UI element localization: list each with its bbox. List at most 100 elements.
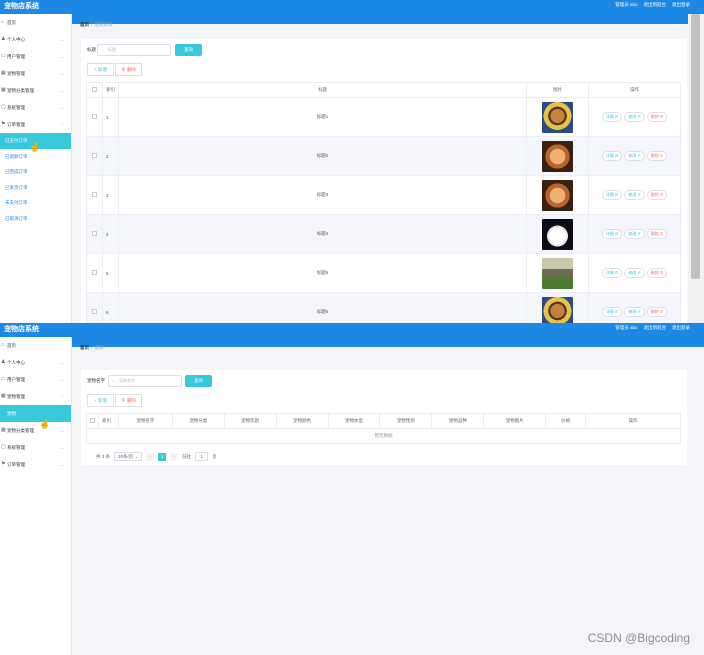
- search-button[interactable]: 查询: [185, 375, 212, 387]
- column-header-image: 图片: [526, 82, 590, 98]
- sidebar-item-orders[interactable]: ⚑ 订单管理 ⌄: [0, 456, 71, 473]
- sidebar-item-label: 首页: [7, 20, 16, 25]
- add-button[interactable]: + 新增: [87, 63, 114, 76]
- logout-link[interactable]: 退出登录: [672, 2, 690, 8]
- edit-button[interactable]: 修改 ✐: [624, 307, 645, 317]
- sidebar-item-users[interactable]: ▭ 用户管理 ⌄: [0, 48, 71, 65]
- checkbox[interactable]: [91, 309, 97, 314]
- detail-button[interactable]: 详情 ⊡: [601, 112, 623, 122]
- checkbox[interactable]: [91, 87, 97, 92]
- detail-button[interactable]: 详情 ⊡: [601, 307, 623, 317]
- next-page-button[interactable]: ›: [170, 452, 179, 461]
- row-delete-button[interactable]: 删除 ⊡: [646, 268, 668, 278]
- table-row: 1 标题1 详情 ⊡ 修改 ✐ 删除 ⊡: [86, 97, 681, 137]
- breadcrumb-home[interactable]: 首页: [80, 22, 89, 27]
- edit-button[interactable]: 修改 ✐: [624, 268, 645, 278]
- scrollbar[interactable]: [688, 14, 704, 323]
- delete-button[interactable]: ⊗ 删除: [115, 63, 142, 76]
- edit-button[interactable]: 修改 ✐: [624, 112, 645, 122]
- column-header-pet-gender: 宠物性别: [379, 413, 433, 429]
- go-frontend-link[interactable]: 退出到前台: [644, 2, 667, 8]
- search-button[interactable]: 查询: [175, 44, 202, 56]
- sidebar-item-home[interactable]: ⌂ 首页: [0, 337, 71, 354]
- checkbox[interactable]: [91, 270, 97, 275]
- row-delete-button[interactable]: 删除 ⊡: [646, 190, 668, 200]
- sidebar-item-pets[interactable]: ▦ 宠物管理 ⌄: [0, 65, 71, 82]
- column-header-index: 索引: [101, 82, 119, 98]
- edit-button[interactable]: 修改 ✐: [624, 190, 645, 200]
- flag-icon: ⚑: [1, 461, 6, 467]
- scrollbar-thumb[interactable]: [691, 14, 700, 279]
- sidebar-item-profile[interactable]: ♟ 个人中心 ⌄: [0, 354, 71, 371]
- logout-link[interactable]: 退出登录: [672, 325, 690, 331]
- search-label: 宠物名字: [87, 378, 105, 383]
- sidebar-sub-pets[interactable]: 宠物: [0, 405, 71, 422]
- sidebar-item-system[interactable]: ▢ 系统管理 ⌄: [0, 99, 71, 116]
- row-image-cell: [526, 175, 590, 215]
- page-number-current[interactable]: 1: [158, 452, 167, 461]
- search-input[interactable]: ○ 宠物名字: [108, 375, 182, 387]
- sidebar-item-label: 系统管理: [7, 105, 25, 110]
- checkbox[interactable]: [91, 153, 97, 158]
- checkbox[interactable]: [89, 418, 95, 423]
- sidebar-item-profile[interactable]: ♟ 个人中心 ⌄: [0, 31, 71, 48]
- row-checkbox-cell[interactable]: [86, 175, 103, 215]
- row-title: 标题5: [117, 253, 528, 293]
- sidebar-sub-shipped-orders[interactable]: 已发货订单: [0, 180, 71, 196]
- sidebar-item-home[interactable]: ⌂ 首页: [0, 14, 71, 31]
- search-input[interactable]: ○ 标题: [97, 44, 171, 56]
- search-icon: ○: [112, 378, 115, 383]
- row-delete-button[interactable]: 删除 ⊡: [646, 151, 668, 161]
- search-label: 标题: [87, 47, 96, 52]
- breadcrumb-separator: /: [91, 345, 93, 350]
- sidebar-item-pet-categories[interactable]: ▦ 宠物分类管理 ⌄: [0, 422, 71, 439]
- row-checkbox-cell[interactable]: [86, 253, 103, 293]
- detail-button[interactable]: 详情 ⊡: [601, 151, 623, 161]
- detail-button[interactable]: 详情 ⊡: [601, 190, 623, 200]
- breadcrumb-home[interactable]: 首页: [80, 345, 89, 350]
- row-checkbox-cell[interactable]: [86, 97, 103, 137]
- select-all-checkbox[interactable]: [86, 413, 99, 429]
- chevron-down-icon: ⌄: [60, 360, 64, 365]
- detail-button[interactable]: 详情 ⊡: [601, 229, 623, 239]
- users-icon: ▭: [1, 376, 6, 382]
- sidebar-sub-cancelled-orders[interactable]: 已取消订单: [0, 211, 71, 227]
- row-delete-button[interactable]: 删除 ⊡: [646, 112, 668, 122]
- row-checkbox-cell[interactable]: [86, 214, 103, 254]
- prev-page-button[interactable]: ‹: [146, 452, 155, 461]
- sidebar-sub-unpaid-orders[interactable]: 未支付订单: [0, 195, 71, 211]
- row-delete-button[interactable]: 删除 ⊡: [646, 307, 668, 317]
- row-checkbox-cell[interactable]: [86, 136, 103, 176]
- add-button[interactable]: + 新增: [87, 394, 114, 407]
- row-index: 3: [101, 175, 119, 215]
- sidebar-item-pets[interactable]: ▦ 宠物管理 ⌃: [0, 388, 71, 405]
- chevron-down-icon: ⌄: [60, 71, 64, 76]
- detail-button[interactable]: 详情 ⊡: [601, 268, 623, 278]
- row-checkbox-cell[interactable]: [86, 292, 103, 323]
- column-header-pet-image: 宠物图片: [483, 413, 547, 429]
- edit-button[interactable]: 修改 ✐: [624, 229, 645, 239]
- admin-user-link[interactable]: 管理员 abo: [615, 2, 637, 8]
- sidebar-item-orders[interactable]: ⚑ 订单管理 ⌃: [0, 116, 71, 133]
- column-header-index: 索引: [97, 413, 119, 429]
- grid-icon: ▦: [1, 393, 6, 399]
- edit-button[interactable]: 修改 ✐: [624, 151, 645, 161]
- delete-button[interactable]: ⊗ 删除: [115, 394, 142, 407]
- page-size-select[interactable]: 10条/页 ⌄: [114, 452, 143, 461]
- sidebar-item-pet-categories[interactable]: ▦ 宠物分类管理 ⌄: [0, 82, 71, 99]
- goto-page-input[interactable]: 1: [195, 452, 209, 461]
- row-delete-button[interactable]: 删除 ⊡: [646, 229, 668, 239]
- go-frontend-link[interactable]: 退出到前台: [644, 325, 667, 331]
- checkbox[interactable]: [91, 231, 97, 236]
- pagination-total: 共 3 条: [96, 453, 111, 459]
- select-all-checkbox[interactable]: [86, 82, 103, 98]
- admin-user-link[interactable]: 管理员 abo: [615, 325, 637, 331]
- sidebar-sub-completed-orders[interactable]: 已完成订单: [0, 164, 71, 180]
- column-header-pet-size: 宠物体型: [327, 413, 381, 429]
- sidebar-item-system[interactable]: ▢ 系统管理 ⌄: [0, 439, 71, 456]
- sidebar-item-label: 宠物管理: [7, 394, 25, 399]
- sidebar-item-users[interactable]: ▭ 用户管理 ⌄: [0, 371, 71, 388]
- row-index: 4: [101, 214, 119, 254]
- checkbox[interactable]: [91, 192, 97, 197]
- checkbox[interactable]: [91, 114, 97, 119]
